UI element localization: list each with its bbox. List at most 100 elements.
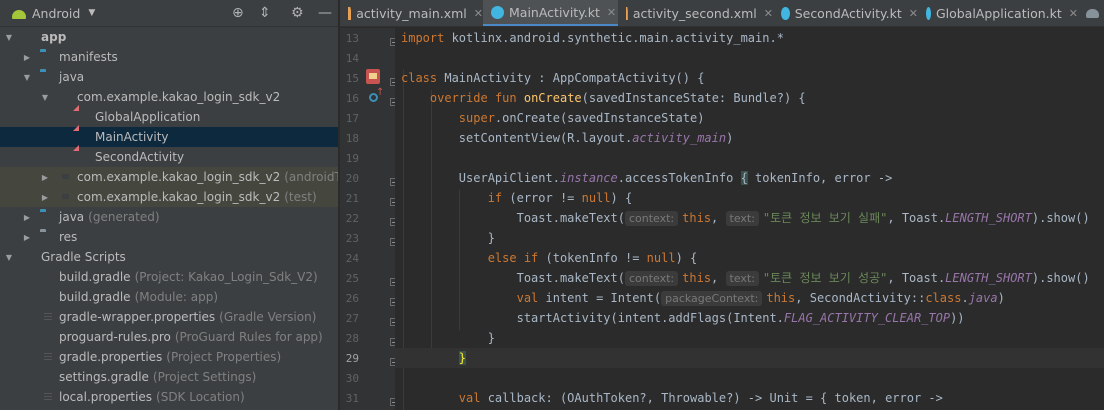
collapse-all-icon[interactable]: ⇕ (259, 4, 271, 22)
code-text: intent = Intent( (538, 291, 662, 305)
tree-item-java-generated[interactable]: ▶ java (generated) (0, 207, 338, 227)
code-line-20[interactable]: UserApiClient.instance.accessTokenInfo {… (395, 168, 1104, 188)
code-text: (tokenInfo != (538, 251, 647, 265)
code-line-26[interactable]: val intent = Intent(packageContext: this,… (395, 288, 1104, 308)
tab-globalapplication-kt[interactable]: GlobalApplication.kt ✕ (918, 0, 1078, 26)
chevron-right-icon[interactable]: ▶ (22, 213, 32, 222)
tab-secondactivity-kt[interactable]: SecondActivity.kt ✕ (773, 0, 918, 26)
editor-gutter[interactable]: 13 14 15 16 17 18 19 20 21 22 23 24 25 2… (340, 28, 398, 410)
tree-item-gradle-properties[interactable]: gradle.properties (Project Properties) (0, 347, 338, 367)
code-line-22[interactable]: Toast.makeText(context: this, text: "토큰 정보… (395, 208, 1104, 228)
code-line-27[interactable]: startActivity(intent.addFlags(Intent.FLA… (395, 308, 1104, 328)
chevron-down-icon[interactable]: ▼ (4, 33, 14, 42)
code-text: startActivity(intent.addFlags(Intent. (516, 311, 784, 325)
code-line-24[interactable]: else if (tokenInfo != null) { (395, 248, 1104, 268)
line-number: 20 (345, 172, 359, 185)
code-line-21[interactable]: if (error != null) { (395, 188, 1104, 208)
close-icon[interactable]: ✕ (474, 7, 483, 20)
tree-item-label: settings.gradle (59, 370, 149, 384)
code-line-17[interactable]: super.onCreate(savedInstanceState) (395, 108, 1104, 128)
close-icon[interactable]: ✕ (607, 6, 616, 19)
keyword: this (766, 291, 796, 305)
code-text: ) (997, 291, 1005, 305)
tab-build-gradle-partial[interactable]: b (1078, 0, 1104, 26)
code-text: .onCreate(savedInstanceState) (494, 111, 705, 125)
line-number: 26 (345, 292, 359, 305)
code-editor[interactable]: import kotlinx.android.synthetic.main.ac… (395, 28, 1104, 410)
editor-tab-bar: activity_main.xml ✕ MainActivity.kt ✕ ac… (340, 0, 1104, 27)
keyword: if (487, 191, 503, 205)
code-line-18[interactable]: setContentView(R.layout.activity_main) (395, 128, 1104, 148)
string-literal: "토큰 정보 보기 실패" (762, 211, 888, 225)
keyword: override (429, 91, 488, 105)
code-text: . (961, 291, 969, 305)
chevron-down-icon[interactable]: ▼ (40, 93, 50, 102)
chevron-right-icon[interactable]: ▶ (22, 53, 32, 62)
tree-item-package-androidtest[interactable]: ▶ com.example.kakao_login_sdk_v2 (android… (0, 167, 338, 187)
tree-item-label: com.example.kakao_login_sdk_v2 (77, 190, 281, 204)
code-text: , Toast. (887, 271, 946, 285)
close-icon[interactable]: ✕ (909, 7, 918, 20)
tree-item-proguard-rules[interactable]: proguard-rules.pro (ProGuard Rules for ap… (0, 327, 338, 347)
tree-item-settings-gradle[interactable]: settings.gradle (Project Settings) (0, 367, 338, 387)
tree-item-label: gradle.properties (59, 350, 163, 364)
tree-item-label: local.properties (59, 390, 153, 404)
keyword: val (458, 391, 481, 405)
tree-item-globalapplication[interactable]: GlobalApplication (0, 107, 338, 127)
code-line-15[interactable]: class MainActivity : AppCompatActivity()… (395, 68, 1104, 88)
tree-item-secondactivity[interactable]: SecondActivity (0, 147, 338, 167)
tree-item-gradle-wrapper-properties[interactable]: gradle-wrapper.properties (Gradle Version… (0, 307, 338, 327)
code-line-13[interactable]: import kotlinx.android.synthetic.main.ac… (395, 28, 1104, 48)
chevron-down-icon[interactable]: ▼ (22, 73, 32, 82)
line-number: 22 (345, 212, 359, 225)
parameter-hint: packageContext: (661, 291, 763, 306)
code-line-25[interactable]: Toast.makeText(context: this, text: "토큰 정보… (395, 268, 1104, 288)
chevron-down-icon[interactable]: ▼ (4, 253, 14, 262)
code-text: setContentView(R.layout. (458, 131, 633, 145)
tree-item-label: manifests (59, 50, 118, 64)
tree-item-res[interactable]: ▶ res (0, 227, 338, 247)
tree-item-app[interactable]: ▼ app (0, 27, 338, 47)
tree-item-manifests[interactable]: ▶ manifests (0, 47, 338, 67)
code-text: Toast.makeText( (516, 271, 625, 285)
parameter-hint: context: (624, 271, 679, 286)
code-text: )) (950, 311, 965, 325)
tree-item-gradle-scripts[interactable]: ▼ Gradle Scripts (0, 247, 338, 267)
chevron-right-icon[interactable]: ▶ (22, 233, 32, 242)
chevron-right-icon[interactable]: ▶ (40, 193, 50, 202)
tab-activity-main-xml[interactable]: activity_main.xml ✕ (340, 0, 483, 26)
code-line-30[interactable] (395, 368, 1104, 388)
tree-item-package-test[interactable]: ▶ com.example.kakao_login_sdk_v2 (test) (0, 187, 338, 207)
tab-activity-second-xml[interactable]: activity_second.xml ✕ (618, 0, 773, 26)
locate-file-icon[interactable]: ⊕ (232, 4, 244, 22)
activity-layout-icon[interactable] (366, 69, 380, 84)
tree-item-java[interactable]: ▼ java (0, 67, 338, 87)
tree-item-label: java (59, 70, 85, 84)
chevron-right-icon[interactable]: ▶ (40, 173, 50, 182)
gear-icon[interactable]: ⚙ (291, 4, 304, 22)
tree-item-package-main[interactable]: ▼ com.example.kakao_login_sdk_v2 (0, 87, 338, 107)
code-line-14[interactable] (395, 48, 1104, 68)
tab-mainactivity-kt[interactable]: MainActivity.kt ✕ (483, 0, 618, 26)
chevron-down-icon[interactable]: ▼ (88, 8, 95, 18)
code-line-16[interactable]: override fun onCreate(savedInstanceState… (395, 88, 1104, 108)
line-number: 27 (345, 312, 359, 325)
code-line-28[interactable]: } (395, 328, 1104, 348)
close-icon[interactable]: ✕ (1069, 7, 1078, 20)
arrow-up-icon[interactable]: ↑ (376, 87, 384, 98)
tree-item-mainactivity[interactable]: MainActivity (0, 127, 338, 147)
code-line-23[interactable]: } (395, 228, 1104, 248)
project-view-selector[interactable]: Android (32, 6, 80, 21)
code-line-29-current[interactable]: } (395, 348, 1104, 368)
tree-item-label: proguard-rules.pro (59, 330, 171, 344)
code-text: , (711, 211, 726, 225)
keyword: else if (487, 251, 539, 265)
code-line-19[interactable] (395, 148, 1104, 168)
tree-item-build-gradle-module[interactable]: build.gradle (Module: app) (0, 287, 338, 307)
code-text: callback: (OAuthToken?, Throwable?) -> U… (480, 391, 943, 405)
close-icon[interactable]: ✕ (764, 7, 773, 20)
code-line-31[interactable]: val callback: (OAuthToken?, Throwable?) … (395, 388, 1104, 408)
hide-panel-icon[interactable]: — (318, 4, 332, 22)
tree-item-local-properties[interactable]: local.properties (SDK Location) (0, 387, 338, 407)
tree-item-build-gradle-project[interactable]: build.gradle (Project: Kakao_Login_Sdk_V2… (0, 267, 338, 287)
